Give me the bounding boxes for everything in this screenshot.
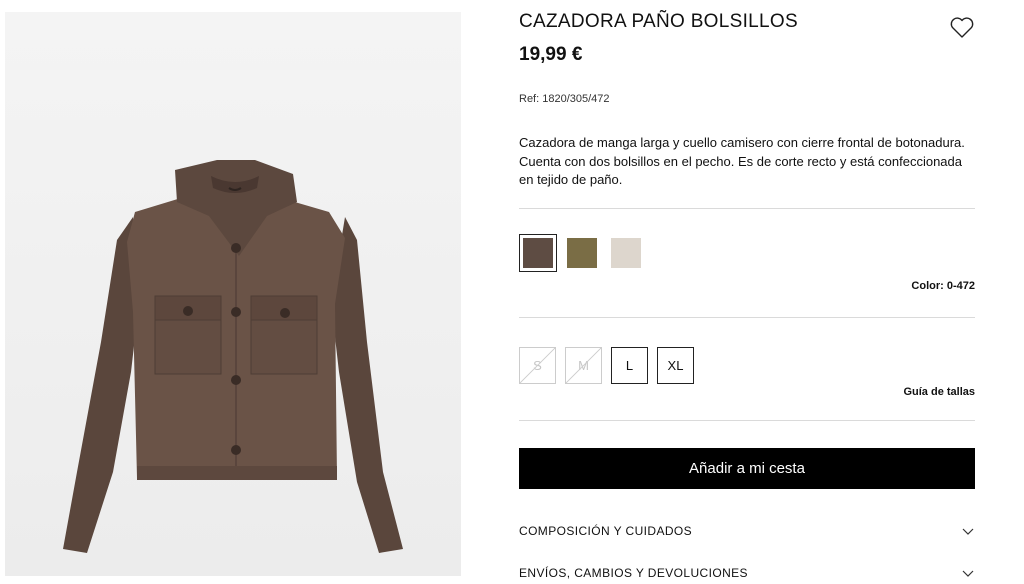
divider <box>519 208 975 209</box>
chevron-down-icon <box>962 570 974 577</box>
accordion-label: COMPOSICIÓN Y CUIDADOS <box>519 524 693 538</box>
unavailable-strike-icon <box>566 348 601 383</box>
size-guide-link[interactable]: Guía de tallas <box>903 386 975 398</box>
heart-icon <box>950 17 974 38</box>
product-description: Cazadora de manga larga y cuello camiser… <box>519 135 965 187</box>
size-option-s[interactable]: S <box>519 347 556 384</box>
selected-color-label: Color: 0-472 <box>911 280 975 292</box>
accordion-shipping[interactable]: ENVÍOS, CAMBIOS Y DEVOLUCIONES <box>519 562 975 584</box>
size-label: XL <box>667 358 684 373</box>
color-swatches <box>519 234 645 272</box>
unavailable-strike-icon <box>520 348 555 383</box>
color-swatch-brown[interactable] <box>519 234 557 272</box>
size-label: L <box>625 358 634 373</box>
add-to-cart-button[interactable]: Añadir a mi cesta <box>519 448 975 489</box>
product-price: 19,99 € <box>519 44 583 65</box>
product-info: CAZADORA PAÑO BOLSILLOS 19,99 € Ref: 182… <box>519 0 976 580</box>
product-title: CAZADORA PAÑO BOLSILLOS <box>519 11 798 32</box>
product-image[interactable] <box>5 12 461 576</box>
chevron-down-icon <box>962 528 974 535</box>
product-reference: Ref: 1820/305/472 <box>519 93 610 105</box>
accordion-composition[interactable]: COMPOSICIÓN Y CUIDADOS <box>519 520 975 542</box>
divider <box>519 420 975 421</box>
jacket-image <box>5 12 461 576</box>
color-swatch-cream[interactable] <box>607 234 645 272</box>
color-swatch-khaki[interactable] <box>563 234 601 272</box>
size-option-l[interactable]: L <box>611 347 648 384</box>
size-option-m[interactable]: M <box>565 347 602 384</box>
divider <box>519 317 975 318</box>
size-option-xl[interactable]: XL <box>657 347 694 384</box>
size-selector: S M L XL <box>519 347 694 384</box>
accordion-label: ENVÍOS, CAMBIOS Y DEVOLUCIONES <box>519 566 748 580</box>
wishlist-button[interactable] <box>948 13 976 41</box>
